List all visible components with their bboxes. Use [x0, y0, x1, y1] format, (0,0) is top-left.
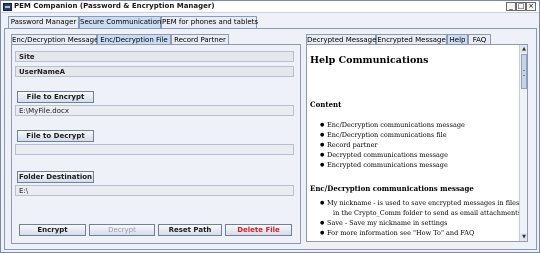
- app-icon: [3, 3, 12, 11]
- window-title: PEM Companion (Password & Encryption Man…: [14, 2, 215, 10]
- site-field[interactable]: Site: [15, 51, 294, 62]
- delete-file-button[interactable]: Delete File: [225, 224, 292, 236]
- folder-destination-button[interactable]: Folder Destination: [17, 171, 94, 183]
- app-window: PEM Companion (Password & Encryption Man…: [0, 0, 540, 253]
- maximize-button[interactable]: □: [516, 2, 526, 11]
- decrypt-path-field[interactable]: [15, 144, 294, 155]
- section-heading: Enc/Decryption communications message: [310, 184, 474, 193]
- file-to-encrypt-button[interactable]: File to Encrypt: [17, 91, 94, 103]
- minimize-button[interactable]: _: [506, 2, 516, 11]
- section-item: Save - Save my nickname in settings: [320, 219, 448, 227]
- encrypt-button[interactable]: Encrypt: [19, 224, 86, 236]
- scroll-thumb[interactable]: [521, 54, 527, 89]
- content-item: Encrypted communications message: [320, 161, 448, 169]
- content-heading: Content: [310, 100, 342, 109]
- close-button[interactable]: ×: [526, 2, 536, 11]
- content-item: Decrypted communications message: [320, 151, 448, 159]
- username-field[interactable]: UserNameA: [15, 66, 294, 77]
- section-item-continuation: in the Crypto_Comm folder to send as ema…: [333, 209, 522, 217]
- content-item: Record partner: [320, 141, 377, 149]
- scroll-up-icon[interactable]: ▲: [520, 45, 527, 53]
- help-title: Help Communications: [310, 55, 429, 66]
- title-bar[interactable]: PEM Companion (Password & Encryption Man…: [1, 1, 539, 13]
- reset-path-button[interactable]: Reset Path: [158, 224, 222, 236]
- content-item: Enc/Decryption communications message: [320, 121, 465, 129]
- scroll-down-icon[interactable]: ▼: [520, 233, 527, 241]
- destination-path-field[interactable]: E:\: [15, 185, 294, 196]
- help-content: Help Communications Content Enc/Decrypti…: [307, 45, 522, 241]
- decrypt-button[interactable]: Decrypt: [89, 224, 155, 236]
- file-to-decrypt-button[interactable]: File to Decrypt: [17, 130, 94, 142]
- section-item: My nickname - is used to save encrypted …: [320, 199, 519, 207]
- tab-pem-phones-tablets[interactable]: PEM for phones and tablets: [161, 16, 258, 28]
- section-item: For more information see "How To" and FA…: [320, 229, 474, 237]
- tab-secure-communications[interactable]: Secure Communications: [79, 16, 165, 28]
- help-scrollbar[interactable]: ▲ ▼: [519, 45, 527, 241]
- encrypt-path-field[interactable]: E:\MyFile.docx: [15, 105, 294, 116]
- content-item: Enc/Decryption communications file: [320, 131, 447, 139]
- tab-password-manager[interactable]: Password Manager: [8, 16, 79, 28]
- help-panel: Help Communications Content Enc/Decrypti…: [306, 44, 528, 242]
